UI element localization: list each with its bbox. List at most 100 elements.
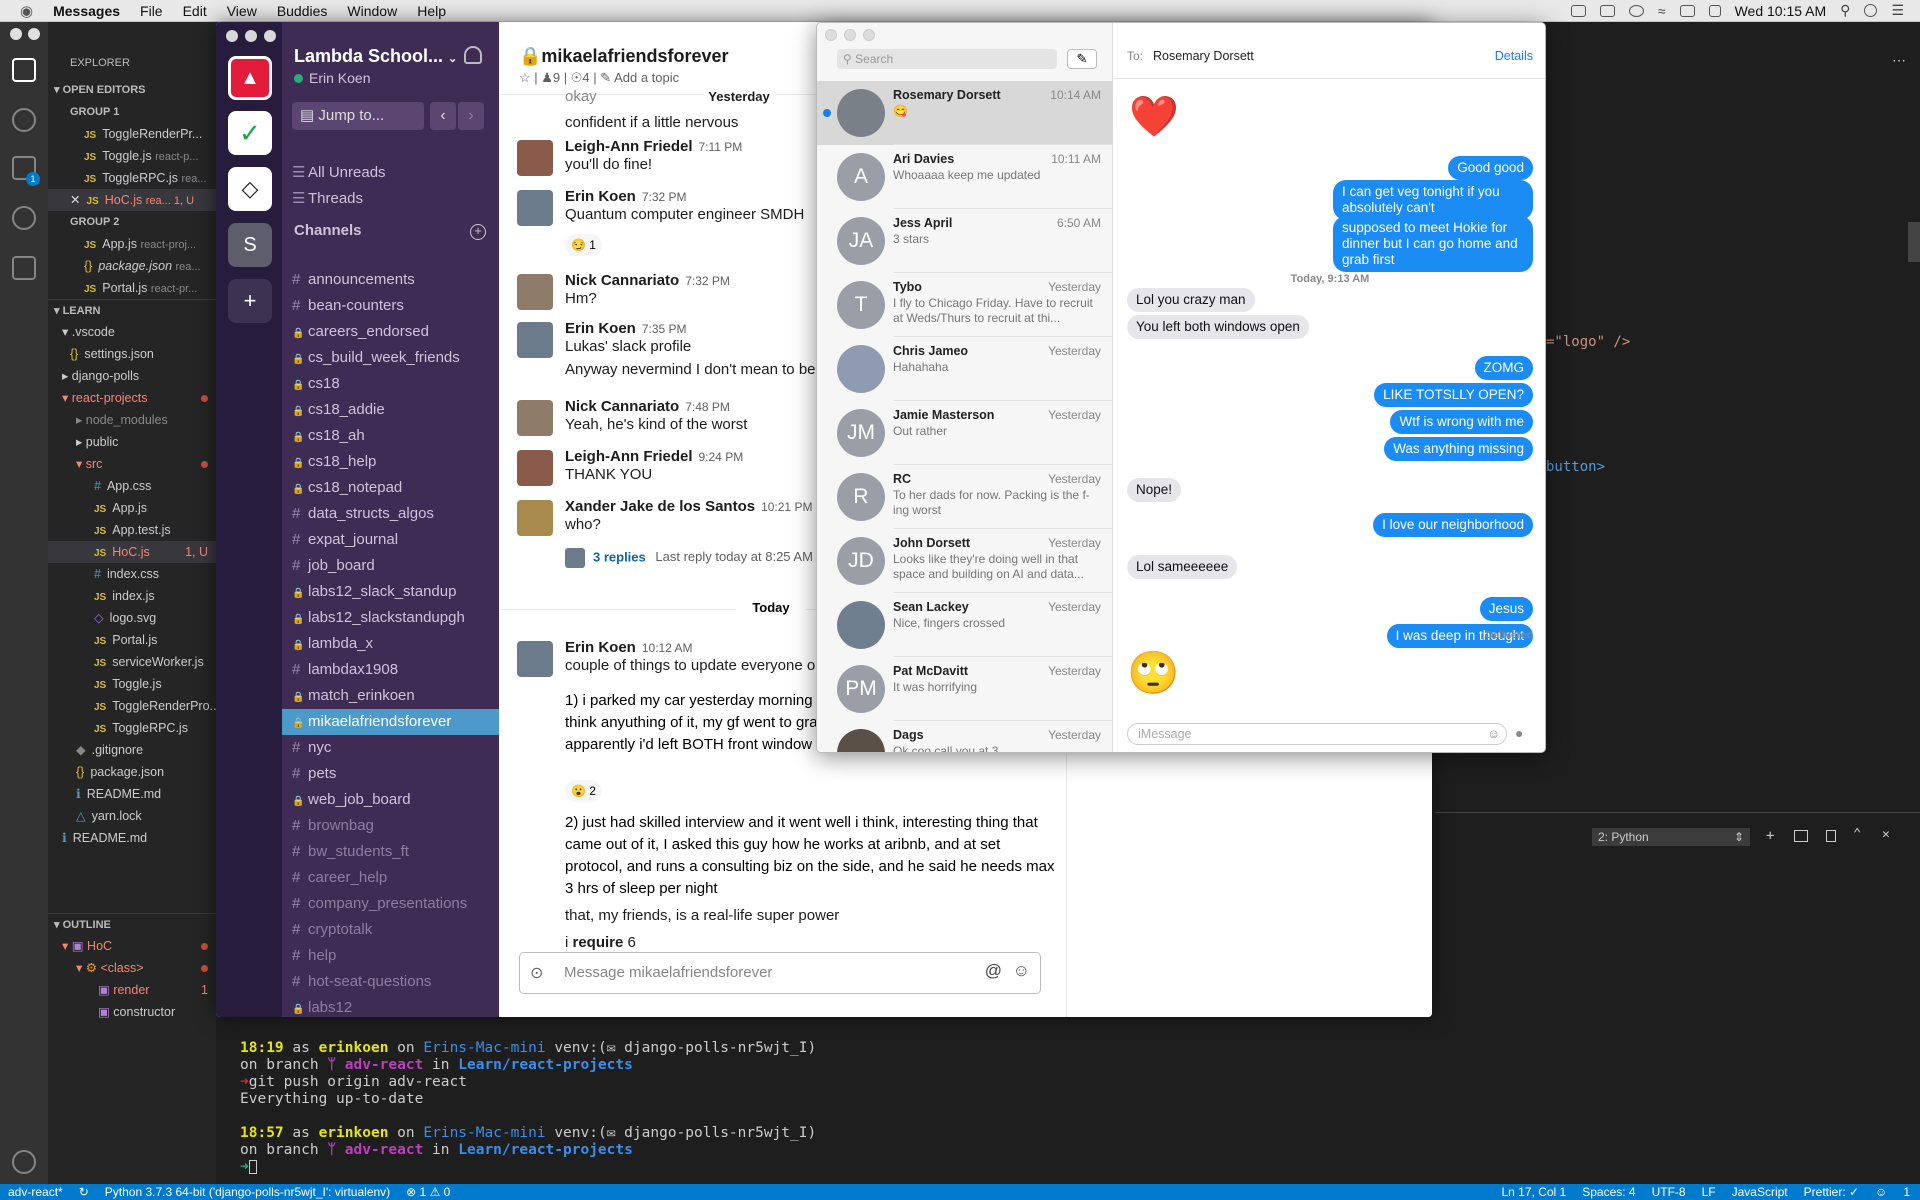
channel-item[interactable]: 🔒 labs12_slack_standup — [292, 579, 492, 605]
line-ending[interactable]: LF — [1702, 1185, 1716, 1199]
forward-button[interactable]: › — [458, 102, 484, 130]
close-panel-icon[interactable]: ✕ — [1882, 827, 1890, 842]
feedback-icon[interactable]: ☺ — [1875, 1185, 1887, 1199]
message-author[interactable]: Nick Cannariato — [565, 272, 679, 289]
members-icon[interactable]: ♟ — [541, 70, 553, 85]
minimize-window-icon[interactable] — [844, 29, 856, 41]
open-editor-item[interactable]: JS ToggleRPC.js rea... — [48, 167, 216, 189]
python-interpreter[interactable]: Python 3.7.3 64-bit ('django-polls-nr5wj… — [105, 1185, 390, 1199]
tree-file[interactable]: ◆ .gitignore — [48, 739, 216, 761]
message-author[interactable]: Leigh-Ann Friedel — [565, 448, 693, 465]
sent-message-bubble[interactable]: Good good — [1448, 156, 1533, 180]
imessage-input[interactable]: iMessage ☺ — [1127, 723, 1507, 745]
tree-file-active[interactable]: JS HoC.js 1, U — [48, 541, 216, 563]
channel-item[interactable]: 🔒 lambda_x — [292, 631, 492, 657]
open-editor-item[interactable]: JS App.js react-proj... — [48, 233, 216, 255]
extensions-icon[interactable] — [12, 256, 36, 280]
reaction-pill[interactable]: 😏 1 — [565, 234, 602, 256]
tree-file[interactable]: JS ToggleRPC.js — [48, 717, 216, 739]
replies-link[interactable]: 3 replies — [593, 549, 646, 564]
reaction-pill[interactable]: 😮 2 — [565, 780, 602, 802]
channel-item[interactable]: # help — [292, 943, 492, 969]
zoom-window-icon[interactable] — [863, 29, 875, 41]
tree-file[interactable]: {} package.json — [48, 761, 216, 783]
workspace-lambda-icon[interactable]: ▲ — [228, 56, 272, 100]
tree-file[interactable]: JS Portal.js — [48, 629, 216, 651]
language-mode[interactable]: JavaScript — [1732, 1185, 1788, 1199]
avatar[interactable] — [517, 400, 553, 436]
wifi-icon[interactable]: ≈ — [1658, 3, 1666, 19]
channel-item[interactable]: 🔒 mikaelafriendsforever — [282, 709, 499, 735]
conversation-item[interactable]: Chris Jameo Yesterday Hahahaha — [817, 337, 1113, 401]
siri-icon[interactable] — [1864, 4, 1878, 17]
settings-gear-icon[interactable] — [12, 1150, 36, 1174]
tree-file[interactable]: {} settings.json — [48, 343, 216, 365]
status-app-icon[interactable] — [1628, 4, 1644, 17]
open-editor-item-active[interactable]: ✕ JS HoC.js rea... 1, U — [48, 189, 216, 211]
tree-folder[interactable]: ▸ node_modules — [48, 409, 216, 431]
channel-item[interactable]: 🔒 cs18 — [292, 371, 492, 397]
split-terminal-icon[interactable] — [1794, 830, 1808, 842]
tree-file[interactable]: JS serviceWorker.js — [48, 651, 216, 673]
avatar[interactable] — [517, 450, 553, 486]
channel-title[interactable]: 🔒mikaelafriendsforever — [519, 46, 729, 67]
tree-file[interactable]: # App.css — [48, 475, 216, 497]
notification-center-icon[interactable]: ☰ — [1891, 2, 1904, 19]
avatar[interactable] — [517, 140, 553, 176]
message-time[interactable]: 10:12 AM — [642, 641, 693, 655]
channel-item[interactable]: # expat_journal — [292, 527, 492, 553]
sync-icon[interactable]: ↻ — [79, 1185, 89, 1199]
cursor-position[interactable]: Ln 17, Col 1 — [1502, 1185, 1567, 1199]
workspace-chart-icon[interactable]: ✓ — [228, 111, 272, 155]
channel-item[interactable]: # brownbag — [292, 813, 492, 839]
tree-file[interactable]: JS App.js — [48, 497, 216, 519]
tree-file[interactable]: JS index.js — [48, 585, 216, 607]
message-author[interactable]: Nick Cannariato — [565, 398, 679, 415]
sent-message-bubble[interactable]: I love our neighborhood — [1373, 513, 1533, 537]
channel-item[interactable]: 🔒 cs18_notepad — [292, 475, 492, 501]
received-message-bubble[interactable]: Lol you crazy man — [1127, 288, 1255, 312]
zoom-window-icon[interactable] — [264, 30, 276, 42]
menu-buddies[interactable]: Buddies — [277, 3, 328, 19]
tree-folder[interactable]: ▾ .vscode — [48, 321, 216, 343]
spotlight-icon[interactable]: ⚲ — [1840, 2, 1850, 19]
conversation-item[interactable]: T Tybo Yesterday I fly to Chicago Friday. H… — [817, 273, 1113, 337]
add-workspace-icon[interactable]: + — [228, 279, 272, 323]
received-message-bubble[interactable]: Lol sameeeeee — [1127, 555, 1238, 579]
message-time[interactable]: 9:24 PM — [699, 450, 744, 464]
mention-icon[interactable]: @ — [985, 961, 1002, 981]
status-app-icon[interactable] — [1599, 4, 1615, 17]
channel-item[interactable]: 🔒 web_job_board — [292, 787, 492, 813]
outline-item[interactable]: ▣ constructor — [48, 1001, 216, 1023]
close-window-icon[interactable] — [825, 29, 837, 41]
indentation[interactable]: Spaces: 4 — [1582, 1185, 1635, 1199]
menu-file[interactable]: File — [140, 3, 163, 19]
channel-item[interactable]: # company_presentations — [292, 891, 492, 917]
open-editors-header[interactable]: ▾ OPEN EDITORS — [48, 79, 216, 101]
close-window-icon[interactable] — [226, 30, 238, 42]
message-time[interactable]: 7:11 PM — [699, 140, 743, 154]
notifications-bell[interactable]: 1 — [1903, 1185, 1920, 1199]
tree-file[interactable]: # index.css — [48, 563, 216, 585]
message-time[interactable]: 7:32 PM — [685, 274, 730, 288]
channel-item[interactable]: 🔒 cs18_ah — [292, 423, 492, 449]
minimize-window-icon[interactable] — [245, 30, 257, 42]
sent-message-bubble[interactable]: Was anything missing — [1384, 437, 1533, 461]
channel-item[interactable]: # job_board — [292, 553, 492, 579]
tree-folder[interactable]: ▸ public — [48, 431, 216, 453]
open-editor-item[interactable]: JS ToggleRenderPr... — [48, 123, 216, 145]
search-icon[interactable] — [12, 108, 36, 132]
avatar[interactable] — [517, 500, 553, 536]
menu-window[interactable]: Window — [347, 3, 397, 19]
conversation-item[interactable]: JM Jamie Masterson Yesterday Out rather — [817, 401, 1113, 465]
channel-item[interactable]: # pets — [292, 761, 492, 787]
tree-folder[interactable]: ▾ react-projects — [48, 387, 216, 409]
conversation-item[interactable]: JD John Dorsett Yesterday Looks like they'r… — [817, 529, 1113, 593]
message-author[interactable]: Leigh-Ann Friedel — [565, 138, 693, 155]
clock[interactable]: Wed 10:15 AM — [1735, 3, 1827, 19]
user-status[interactable]: Erin Koen — [294, 70, 370, 86]
maximize-panel-icon[interactable]: ⌃ — [1853, 826, 1861, 842]
menu-app-name[interactable]: Messages — [53, 3, 120, 19]
tree-file[interactable]: ℹ README.md — [48, 827, 216, 849]
tree-file[interactable]: JS App.test.js — [48, 519, 216, 541]
